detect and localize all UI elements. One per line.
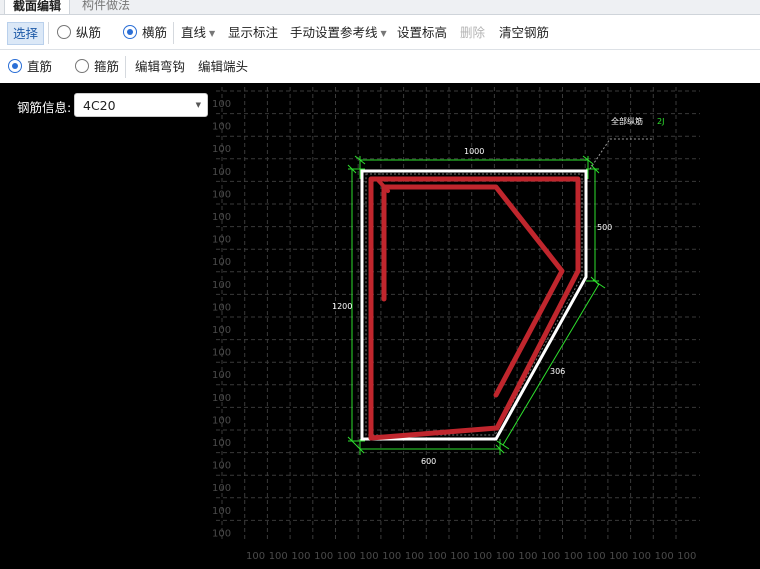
- delete-button[interactable]: 删除: [460, 23, 485, 43]
- grid-label-bottom: 100: [632, 551, 651, 562]
- grid-label-bottom: 100: [246, 551, 265, 562]
- radio-off-icon: [57, 25, 71, 39]
- grid-label-left: 100: [212, 393, 231, 404]
- grid-label-bottom: 100: [360, 551, 379, 562]
- clear-rebar-button[interactable]: 清空钢筋: [499, 23, 549, 43]
- grid-label-left: 100: [212, 212, 231, 223]
- annotation-code: 2J: [657, 117, 664, 126]
- rebar-group: [368, 176, 581, 441]
- radio-off-icon: [75, 59, 89, 73]
- grid-label-bottom: 100: [382, 551, 401, 562]
- rebar-info-dropdown[interactable]: 4C20 ▼: [74, 93, 208, 117]
- grid-label-left: 100: [212, 415, 231, 426]
- grid-label-left: 100: [212, 280, 231, 291]
- grid-label-bottom: 100: [337, 551, 356, 562]
- manual-reference-line-dropdown[interactable]: 手动设置参考线 ▼: [290, 23, 387, 43]
- dimension-slant-text: 306: [550, 367, 565, 376]
- chevron-down-icon: ▼: [380, 29, 387, 38]
- straight-rebar-label: 直筋: [27, 59, 53, 74]
- grid-label-left: 100: [212, 348, 231, 359]
- section-outline: [360, 169, 588, 441]
- grid-label-left: 100: [212, 257, 231, 268]
- line-mode-label: 直线: [181, 25, 207, 40]
- grid-label-bottom: 100: [518, 551, 537, 562]
- select-button[interactable]: 选择: [7, 22, 45, 45]
- dimension-left-text: 1200: [332, 302, 352, 311]
- grid-label-left: 100: [212, 189, 231, 200]
- rebar-info-value: 4C20: [83, 98, 116, 113]
- toolbar-primary: 选择 纵筋 横筋 直线 ▼ 显示标注 手动设置参考线 ▼ 设置标高 删除 清空钢筋: [0, 15, 760, 50]
- dimension-right-text: 500: [597, 223, 612, 232]
- grid-label-left: 100: [212, 438, 231, 449]
- grid-label-left: 100: [212, 483, 231, 494]
- dimension-lines: [347, 155, 606, 455]
- toolbar-divider: [125, 56, 126, 78]
- stirrup-radio[interactable]: 箍筋: [75, 57, 119, 77]
- set-elevation-button[interactable]: 设置标高: [397, 23, 447, 43]
- grid-label-left: 100: [212, 122, 231, 133]
- grid-label-bottom: 100: [655, 551, 674, 562]
- tab-component-method[interactable]: 构件做法: [74, 0, 138, 14]
- dimension-top-text: 1000: [464, 147, 484, 156]
- grid-label-bottom: 100: [541, 551, 560, 562]
- straight-rebar-radio[interactable]: 直筋: [8, 57, 52, 77]
- grid-label-bottom: 100: [291, 551, 310, 562]
- transverse-rebar-radio[interactable]: 横筋: [123, 23, 167, 43]
- grid-label-bottom: 100: [473, 551, 492, 562]
- grid-label-bottom: 100: [496, 551, 515, 562]
- grid-label-bottom: 100: [269, 551, 288, 562]
- editor-tab-bar: 截面编辑 构件做法: [0, 0, 760, 15]
- grid-label-left: 100: [212, 144, 231, 155]
- edit-hook-button[interactable]: 编辑弯钩: [135, 57, 185, 77]
- longitudinal-rebar-radio[interactable]: 纵筋: [57, 23, 101, 43]
- line-mode-dropdown[interactable]: 直线 ▼: [181, 23, 215, 43]
- grid-label-bottom: 100: [677, 551, 696, 562]
- toolbar-divider: [173, 22, 174, 44]
- grid-label-bottom: 100: [428, 551, 447, 562]
- grid-label-left: 100: [212, 302, 231, 313]
- rebar-inner[interactable]: [381, 184, 565, 398]
- grid-labels: 1001001001001001001001001001001001001001…: [212, 99, 696, 562]
- rebar-outer[interactable]: [368, 176, 581, 441]
- cover-line: [365, 173, 583, 436]
- edit-end-button[interactable]: 编辑端头: [198, 57, 248, 77]
- radio-on-icon: [8, 59, 22, 73]
- grid-label-left: 100: [212, 167, 231, 178]
- show-dimension-button[interactable]: 显示标注: [228, 23, 278, 43]
- grid-label-left: 100: [212, 370, 231, 381]
- radio-on-icon: [123, 25, 137, 39]
- tab-section-edit[interactable]: 截面编辑: [4, 0, 71, 14]
- annotation-text: 全部纵筋: [611, 116, 643, 126]
- dimension-bottom-text: 600: [421, 457, 436, 466]
- grid-label-left: 100: [212, 461, 231, 472]
- chevron-down-icon: ▼: [195, 101, 201, 109]
- section-drawing[interactable]: 1001001001001001001001001001001001001001…: [0, 83, 760, 569]
- grid-label-left: 100: [212, 325, 231, 336]
- grid-label-left: 100: [212, 528, 231, 539]
- chevron-down-icon: ▼: [209, 29, 216, 38]
- toolbar-secondary: 直筋 箍筋 编辑弯钩 编辑端头: [0, 50, 760, 83]
- grid: [216, 87, 700, 541]
- grid-label-bottom: 100: [405, 551, 424, 562]
- annotation-leader-line: [589, 138, 652, 170]
- grid-label-bottom: 100: [564, 551, 583, 562]
- longitudinal-rebar-label: 纵筋: [76, 25, 102, 40]
- stirrup-label: 箍筋: [94, 59, 120, 74]
- dimension-slant-line: [502, 283, 600, 446]
- manual-reference-line-label: 手动设置参考线: [290, 25, 378, 40]
- grid-label-bottom: 100: [609, 551, 628, 562]
- toolbar-divider: [48, 22, 49, 44]
- grid-label-bottom: 100: [450, 551, 469, 562]
- grid-label-bottom: 100: [587, 551, 606, 562]
- transverse-rebar-label: 横筋: [142, 25, 168, 40]
- grid-label-left: 100: [212, 506, 231, 517]
- grid-label-left: 100: [212, 235, 231, 246]
- grid-label-left: 100: [212, 99, 231, 110]
- rebar-info-label: 钢筋信息:: [17, 100, 72, 115]
- grid-label-bottom: 100: [314, 551, 333, 562]
